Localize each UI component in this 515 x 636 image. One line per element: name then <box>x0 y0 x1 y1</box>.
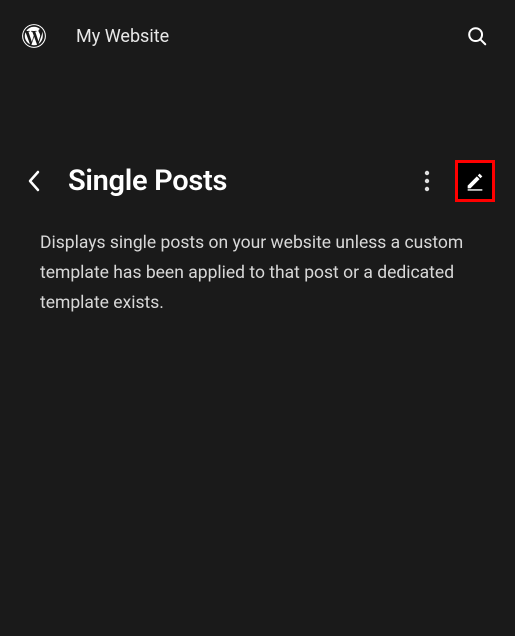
site-title[interactable]: My Website <box>76 26 435 47</box>
search-icon <box>466 25 488 47</box>
top-bar: My Website <box>0 0 515 72</box>
page-title: Single Posts <box>68 164 393 198</box>
more-vertical-icon <box>424 170 430 192</box>
content-header: Single Posts <box>0 160 515 202</box>
edit-button[interactable] <box>455 160 495 202</box>
back-button[interactable] <box>20 167 48 195</box>
search-button[interactable] <box>463 22 491 50</box>
header-actions <box>413 160 495 202</box>
more-options-button[interactable] <box>413 167 441 195</box>
template-description: Displays single posts on your website un… <box>0 202 515 318</box>
wordpress-logo-icon[interactable] <box>20 22 48 50</box>
chevron-left-icon <box>27 170 41 192</box>
pencil-icon <box>464 170 486 192</box>
